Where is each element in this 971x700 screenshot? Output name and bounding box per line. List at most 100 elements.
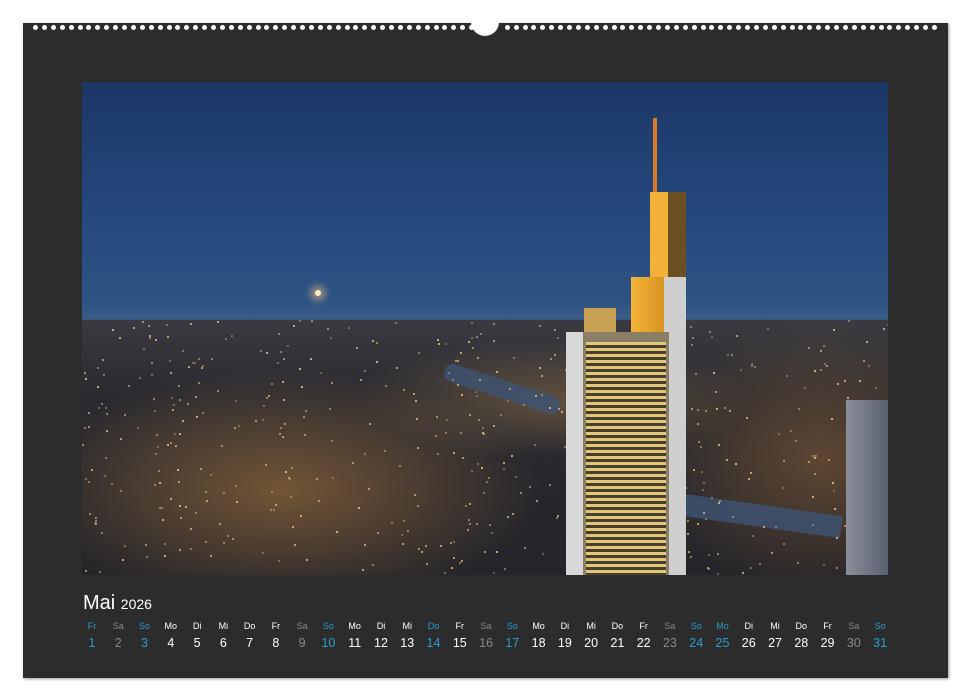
city-light (820, 369, 822, 371)
binding-hole (69, 25, 74, 30)
city-light (795, 440, 797, 442)
city-light (238, 425, 240, 427)
weekday-label: Do (421, 621, 447, 631)
city-light (263, 405, 265, 407)
city-light (475, 391, 477, 393)
city-light (171, 397, 173, 399)
city-light (223, 542, 225, 544)
day-number: 15 (447, 636, 473, 650)
city-light (833, 329, 835, 331)
binding-hole (807, 25, 812, 30)
city-light (742, 572, 744, 574)
city-light (283, 358, 285, 360)
day-number: 13 (394, 636, 420, 650)
day-number: 6 (210, 636, 236, 650)
city-light (205, 541, 207, 543)
city-light (754, 366, 756, 368)
city-light (541, 375, 543, 377)
city-light (91, 469, 93, 471)
city-light (820, 350, 822, 352)
binding-hole (416, 25, 421, 30)
city-light (151, 374, 153, 376)
city-light (512, 513, 514, 515)
weekday-label: Mo (158, 621, 184, 631)
day-number: 12 (368, 636, 394, 650)
city-light (731, 354, 733, 356)
city-light (453, 557, 455, 559)
city-light (111, 483, 113, 485)
city-light (198, 358, 200, 360)
city-light (746, 417, 748, 419)
city-light (453, 452, 455, 454)
city-light (866, 341, 868, 343)
city-light (172, 409, 174, 411)
city-light (285, 471, 287, 473)
city-light (169, 360, 171, 362)
city-light (471, 322, 473, 324)
city-light (179, 399, 181, 401)
skyscraper-windows (586, 342, 666, 575)
binding-hole (104, 25, 109, 30)
binding-hole (300, 25, 305, 30)
city-light (149, 335, 151, 337)
city-light (270, 509, 272, 511)
city-light (453, 541, 455, 543)
city-light (417, 505, 419, 507)
city-light (471, 470, 473, 472)
city-light (348, 327, 350, 329)
city-light (687, 520, 689, 522)
binding-hole (790, 25, 795, 30)
city-light (124, 414, 126, 416)
city-light (435, 435, 437, 437)
binding-hole (86, 25, 91, 30)
city-light (415, 400, 417, 402)
city-light (783, 460, 785, 462)
city-light (701, 471, 703, 473)
binding-hole (656, 25, 661, 30)
city-light (507, 516, 509, 518)
city-light (823, 345, 825, 347)
binding-hole (754, 25, 759, 30)
city-light (863, 360, 865, 362)
city-light (206, 500, 208, 502)
city-light (292, 526, 294, 528)
day-number: 22 (631, 636, 657, 650)
city-light (735, 463, 737, 465)
city-light (156, 434, 158, 436)
city-light (478, 419, 480, 421)
binding-hole (620, 25, 625, 30)
binding-hole (60, 25, 65, 30)
day-number: 4 (158, 636, 184, 650)
city-light (750, 567, 752, 569)
city-light (195, 512, 197, 514)
city-light (467, 529, 469, 531)
city-light (82, 444, 84, 446)
city-light (786, 375, 788, 377)
binding-hole (95, 25, 100, 30)
city-light (477, 463, 479, 465)
binding-hole (647, 25, 652, 30)
city-light (469, 503, 471, 505)
city-light (316, 478, 318, 480)
day-number: 23 (657, 636, 683, 650)
city-light (364, 544, 366, 546)
city-light (489, 524, 491, 526)
city-light (195, 396, 197, 398)
city-light (95, 523, 97, 525)
city-light (273, 509, 275, 511)
city-light (557, 337, 559, 339)
city-light (711, 336, 713, 338)
city-light (700, 446, 702, 448)
weekday-label: Mo (526, 621, 552, 631)
binding-hole (193, 25, 198, 30)
binding-hole (33, 25, 38, 30)
city-light (364, 370, 366, 372)
day-number: 1 (79, 636, 105, 650)
city-light (703, 482, 705, 484)
binding-hole (238, 25, 243, 30)
binding-hole (674, 25, 679, 30)
city-light (277, 362, 279, 364)
city-light (299, 368, 301, 370)
city-light (480, 333, 482, 335)
city-light (95, 517, 97, 519)
